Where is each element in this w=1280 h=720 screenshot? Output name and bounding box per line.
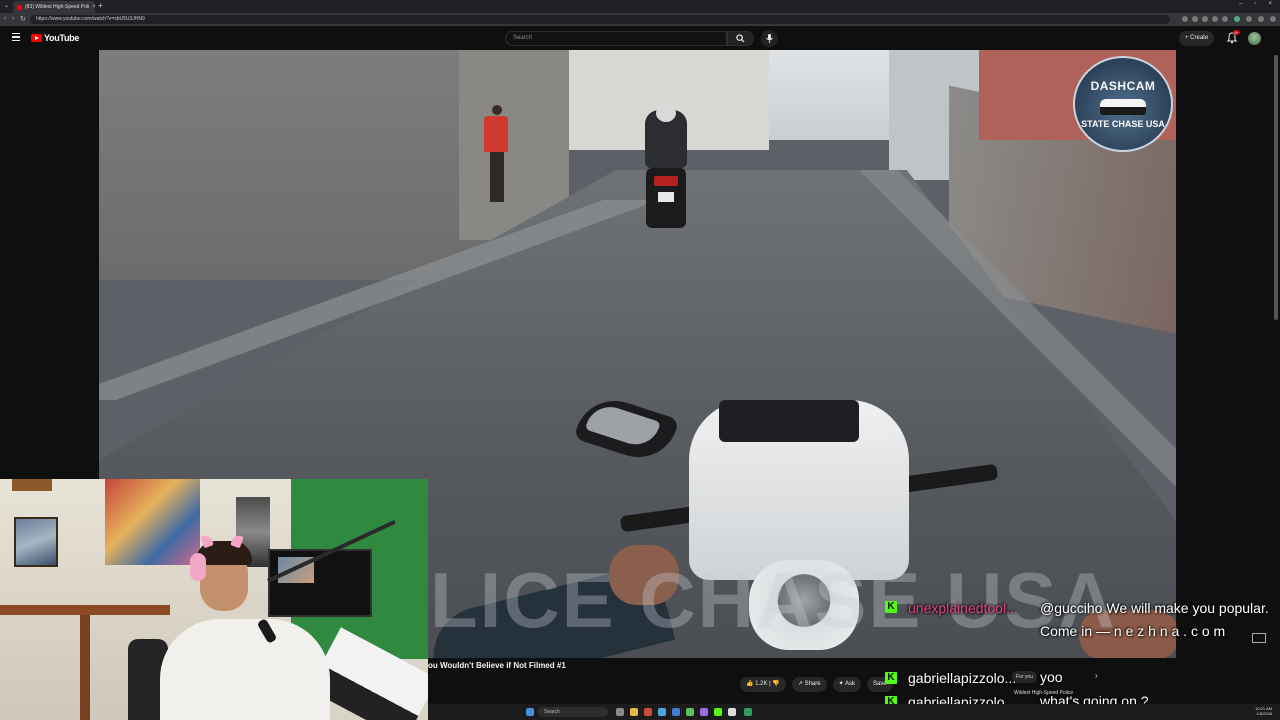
taskbar-search[interactable]: Search [538, 707, 608, 717]
windows-taskbar: Search 10:21 AM 1/8/2026 [428, 704, 1280, 720]
window-controls: – ▫ × [1239, 1, 1272, 7]
youtube-header: YouTube Search + Create 9+ [0, 26, 1280, 51]
extension-icon[interactable] [1212, 16, 1218, 22]
edge-icon[interactable] [658, 708, 666, 716]
chat-text: @guccih​o We will make you popular. Come… [1040, 600, 1269, 639]
search-input[interactable]: Search [505, 31, 727, 46]
chrome-icon[interactable] [728, 708, 736, 716]
badge-top-text: DASHCAM [1090, 79, 1156, 93]
painting [14, 517, 58, 567]
extension-icon[interactable] [1192, 16, 1198, 22]
new-tab-icon[interactable]: + [98, 1, 103, 10]
badge-bottom-text: STATE CHASE USA [1081, 119, 1165, 129]
browser-tab-bar: ⌄ (83) Wildest High-Speed Poli × + – ▫ × [0, 0, 1280, 13]
chat-username: gabriellapizzolo... [908, 670, 1017, 686]
headphones [190, 553, 206, 581]
youtube-logo-text: YouTube [44, 33, 80, 43]
motorcycle-ahead [636, 104, 696, 240]
taskbar-clock[interactable]: 10:21 AM 1/8/2026 [1255, 706, 1272, 716]
youtube-play-icon [31, 34, 42, 42]
search-button[interactable] [727, 31, 754, 46]
page-scrollbar[interactable] [1274, 55, 1278, 320]
forward-icon[interactable]: › [12, 15, 14, 22]
maximize-icon[interactable]: ▫ [1254, 1, 1256, 7]
task-view-icon[interactable] [616, 708, 624, 716]
back-icon[interactable]: ‹ [4, 15, 6, 22]
app-icon[interactable] [686, 708, 694, 716]
extension-icon[interactable] [1222, 16, 1228, 22]
reload-icon[interactable]: ↻ [20, 15, 26, 23]
windows-start-icon[interactable] [526, 708, 534, 716]
clock-date: 1/8/2026 [1256, 711, 1272, 716]
youtube-logo[interactable]: YouTube [31, 33, 79, 43]
file-explorer-icon[interactable] [630, 708, 638, 716]
browser-tab-title: (83) Wildest High-Speed Poli [25, 4, 90, 10]
close-tab-icon[interactable]: × [92, 4, 95, 10]
create-button[interactable]: + Create [1179, 31, 1215, 46]
pedestrian [484, 105, 510, 205]
police-car-icon [1100, 99, 1146, 115]
notification-count-badge: 9+ [1233, 30, 1240, 35]
extension-icon[interactable] [1202, 16, 1208, 22]
fullscreen-icon[interactable] [1252, 633, 1266, 643]
profile-icon[interactable] [1246, 16, 1252, 22]
voice-search-button[interactable] [761, 30, 778, 47]
account-avatar[interactable] [1248, 32, 1261, 45]
extension-icon[interactable] [1182, 16, 1188, 22]
youtube-favicon-icon [17, 4, 22, 10]
search-icon [736, 34, 745, 43]
app-icon[interactable] [700, 708, 708, 716]
profile-icon[interactable] [1258, 16, 1264, 22]
browser-tab[interactable]: (83) Wildest High-Speed Poli × [13, 1, 95, 13]
browser-menu-icon[interactable] [1270, 16, 1276, 22]
app-icon[interactable] [714, 708, 722, 716]
kick-badge-icon: K [885, 601, 897, 613]
app-icon[interactable] [744, 708, 752, 716]
video-actions: 👍 1.2K | 👎 ↗ Share ✦ Ask Save [740, 677, 893, 692]
microphone-icon [766, 34, 773, 43]
like-button[interactable]: 👍 1.2K | 👎 [740, 677, 786, 692]
app-icon[interactable] [672, 708, 680, 716]
browser-address-bar: ‹ › ↻ https://www.youtube.com/watch?v=sb… [0, 13, 1280, 26]
url-input[interactable]: https://www.youtube.com/watch?v=sbU5U3JH… [30, 15, 1170, 24]
like-count: 1.2K [755, 681, 768, 687]
streamer-webcam [0, 479, 428, 720]
chat-text: yoo [1040, 669, 1063, 685]
chat-username: unexplainedtool... [908, 600, 1018, 616]
app-icon[interactable] [644, 708, 652, 716]
extension-icon[interactable] [1234, 16, 1240, 22]
close-window-icon[interactable]: × [1268, 1, 1272, 7]
menu-icon[interactable] [12, 33, 20, 41]
tab-search-icon[interactable]: ⌄ [4, 2, 9, 9]
kick-badge-icon: K [885, 672, 897, 684]
screen: ⌄ (83) Wildest High-Speed Poli × + – ▫ ×… [0, 0, 1280, 720]
ask-button[interactable]: ✦ Ask [832, 677, 861, 692]
share-button[interactable]: ↗ Share [791, 677, 827, 692]
video-title: ou Wouldn't Believe if Not Filmed #1 [428, 661, 566, 670]
channel-badge-logo: DASHCAM STATE CHASE USA [1073, 56, 1173, 152]
minimize-icon[interactable]: – [1239, 1, 1242, 7]
